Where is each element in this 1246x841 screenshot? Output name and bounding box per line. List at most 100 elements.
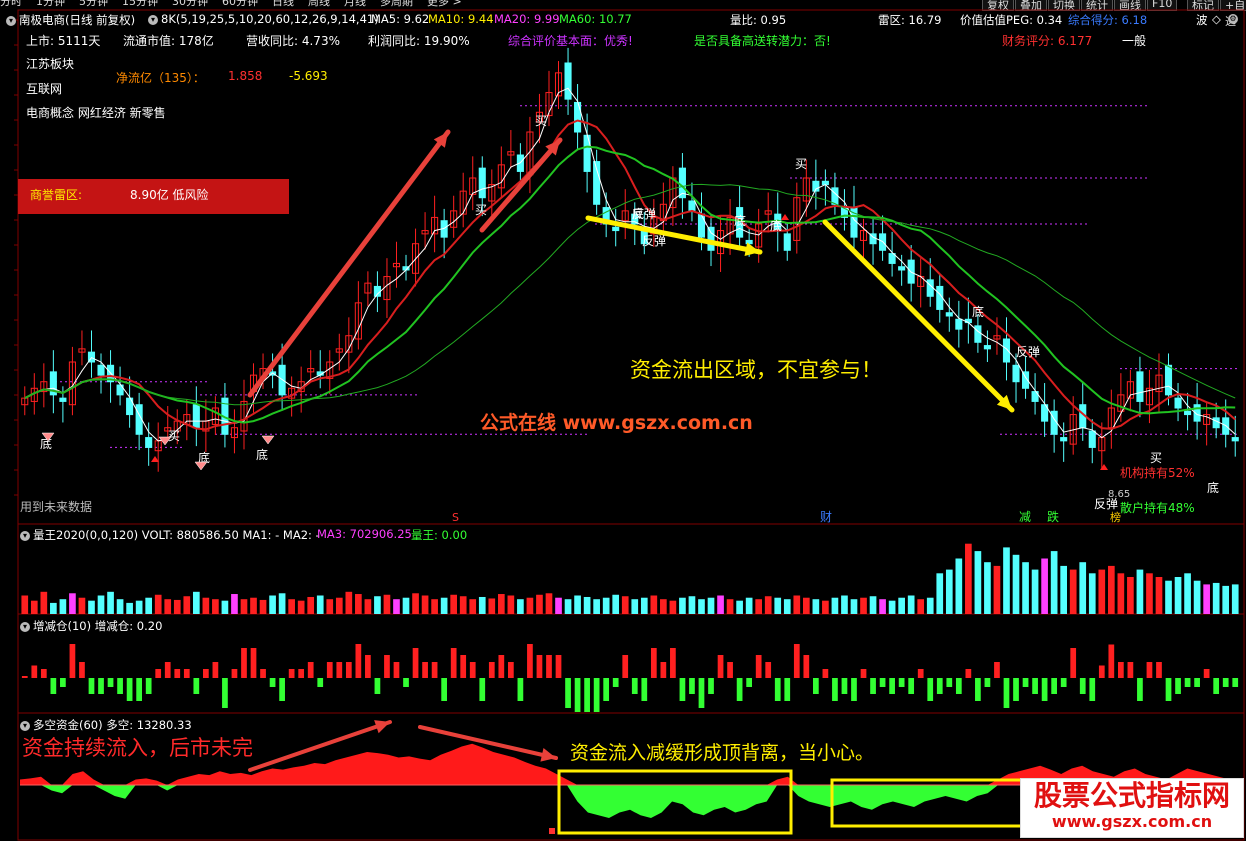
volume-bar (1146, 573, 1153, 614)
collapse-icon[interactable]: ▾ (6, 15, 16, 26)
volume-bar (621, 596, 629, 614)
buy-signal: 买 (475, 203, 487, 217)
position-bar (1070, 648, 1077, 678)
volume-bar (898, 597, 905, 614)
volume-bar (231, 594, 238, 614)
gift-potential: 是否具备高送转潜力：否! (694, 34, 831, 48)
volume-bar (1117, 573, 1125, 614)
fund-marker (549, 828, 555, 834)
volume-bar (393, 599, 400, 614)
candle-body (1231, 437, 1239, 442)
position-bar (1137, 678, 1143, 701)
volume-bar (822, 600, 829, 614)
volume-bar (288, 599, 295, 614)
volume-bar (183, 596, 191, 614)
position-bar (603, 678, 610, 701)
volume-bar (583, 596, 591, 614)
rebound-signal: 反弹 (632, 207, 656, 221)
goodwill-label: 商誉雷区: (30, 188, 83, 202)
position-bar (307, 662, 314, 678)
collapse-icon[interactable]: ▾ (148, 14, 158, 25)
volume-bar (965, 543, 972, 614)
position-bar (1032, 678, 1038, 694)
position-bar (174, 669, 181, 678)
position-bar (612, 678, 619, 687)
position-bar (88, 678, 95, 694)
diamond-icon[interactable]: ◇ (1212, 12, 1221, 26)
candle-body (898, 266, 906, 271)
candle-body (707, 226, 715, 251)
position-bar (917, 669, 924, 678)
collapse-icon[interactable]: ▾ (20, 530, 30, 541)
position-bar (79, 662, 85, 678)
volume-bar (926, 597, 934, 614)
volume-bar (640, 597, 648, 614)
position-bar (898, 678, 905, 687)
position-bar (98, 678, 104, 694)
signal-triangle (261, 435, 275, 445)
volume-bar (917, 599, 925, 614)
position-bar (326, 662, 333, 678)
volume-bar (783, 599, 791, 614)
candle-body (1212, 417, 1220, 429)
finance-grade: 一般 (1122, 34, 1147, 48)
collapse-icon[interactable]: ▾ (20, 621, 30, 632)
volume-bar (669, 600, 677, 614)
volume-bar (383, 594, 391, 614)
volume-bar (126, 602, 133, 614)
future-data-note: 用到未来数据 (20, 500, 93, 514)
volume-bar (1069, 569, 1077, 614)
volume-bar (374, 596, 381, 614)
position-bar (746, 678, 752, 687)
position-bar (203, 669, 209, 678)
watermark: 公式在线 www.gszx.com.cn (480, 412, 753, 434)
volume-bar (850, 599, 858, 614)
position-bar (1156, 662, 1162, 678)
position-bar (584, 678, 590, 712)
candle-body (783, 233, 791, 251)
position-bar (1041, 678, 1048, 701)
volume-bar (755, 599, 763, 614)
position-bar (670, 648, 676, 678)
volume-bar (250, 597, 257, 614)
position-bar (574, 678, 581, 712)
outflow-annotation: 资金流出区域，不宜参与！ (630, 358, 882, 382)
position-bar (155, 669, 162, 678)
volume-bar (478, 596, 486, 614)
position-bar (622, 655, 629, 678)
ma-params: ▾ 8K(5,19,25,5,10,20,60,12,26,9,14,41) (148, 12, 379, 26)
gear-icon[interactable]: ⚙ (1228, 11, 1241, 25)
volume-bar (602, 597, 610, 614)
candle-body (1002, 338, 1011, 363)
finance-score: 财务评分: 6.177 (1002, 34, 1093, 48)
candle-body (97, 364, 105, 376)
divergence-arrow-head (540, 748, 556, 762)
volume-bar (745, 597, 753, 614)
position-bar (679, 678, 686, 701)
volume-bar (860, 597, 867, 614)
up-marker (1100, 464, 1108, 470)
position-bar (384, 655, 390, 678)
profit-yoy: 利润同比: 19.90% (368, 34, 470, 48)
position-bar (1022, 678, 1029, 687)
candle-body (1060, 437, 1068, 442)
volume-bar (278, 593, 286, 614)
sector-jiangsu: 江苏板块 (26, 57, 75, 71)
ma-white-line (24, 87, 1236, 442)
volume-bar (774, 597, 782, 614)
volume-bar (221, 600, 229, 614)
bottom-signal: 底 (734, 213, 746, 228)
volume-bar (202, 597, 210, 614)
volume-bar (326, 599, 334, 614)
position-bar (260, 669, 266, 678)
position-bar (908, 678, 915, 694)
volume-bar (355, 594, 362, 614)
position-bar (841, 678, 848, 694)
collapse-icon[interactable]: ▾ (20, 720, 30, 731)
listed-days: 上市: 5111天 (26, 34, 101, 48)
volume-bar (736, 600, 743, 614)
position-panel-title: ▾ 增减仓(10) 增减仓: 0.20 (20, 618, 162, 634)
net-flow-value-1: 1.858 (228, 69, 263, 83)
position-bar (965, 669, 972, 678)
candle-body (1136, 371, 1144, 402)
